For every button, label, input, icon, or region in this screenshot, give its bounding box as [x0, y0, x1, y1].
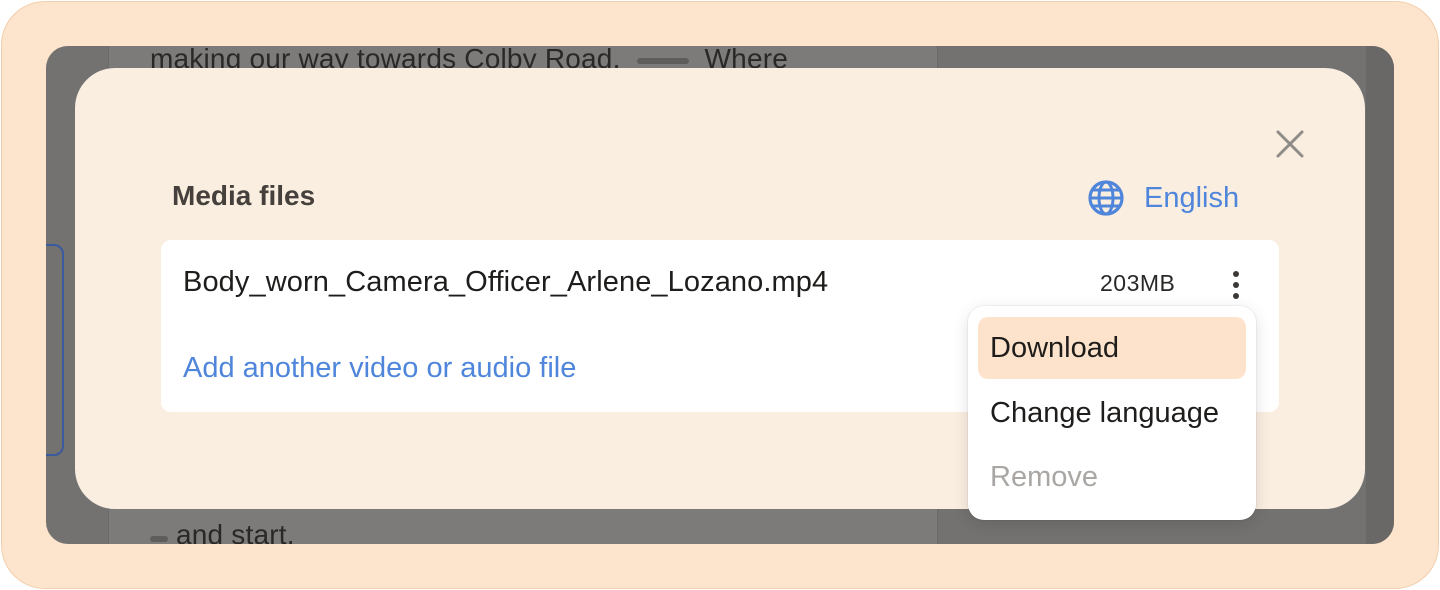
- file-name: Body_worn_Camera_Officer_Arlene_Lozano.m…: [183, 266, 829, 298]
- menu-item-remove: Remove: [990, 460, 1098, 493]
- redaction-mark: [636, 58, 689, 64]
- globe-icon: [1088, 180, 1124, 216]
- add-file-link[interactable]: Add another video or audio file: [183, 352, 576, 385]
- more-vertical-icon: [1233, 293, 1239, 299]
- close-icon: [1276, 130, 1304, 158]
- transcript-line-bottom: and start.: [176, 519, 295, 544]
- dialog-title: Media files: [172, 180, 316, 211]
- language-button[interactable]: English: [1086, 176, 1239, 220]
- close-button[interactable]: [1270, 124, 1310, 164]
- side-panel: [1366, 46, 1394, 544]
- menu-item-change-language[interactable]: Change language: [978, 382, 1246, 444]
- left-panel-tab: [46, 244, 64, 456]
- redaction-mark: [150, 536, 168, 542]
- file-context-menu: Download Change language Remove: [968, 306, 1256, 520]
- more-vertical-icon: [1233, 282, 1239, 288]
- file-size: 203MB: [1100, 270, 1176, 296]
- language-label: English: [1144, 181, 1240, 214]
- menu-item-download[interactable]: Download: [978, 317, 1246, 379]
- more-vertical-icon: [1233, 271, 1239, 277]
- file-options-button[interactable]: [1222, 268, 1250, 302]
